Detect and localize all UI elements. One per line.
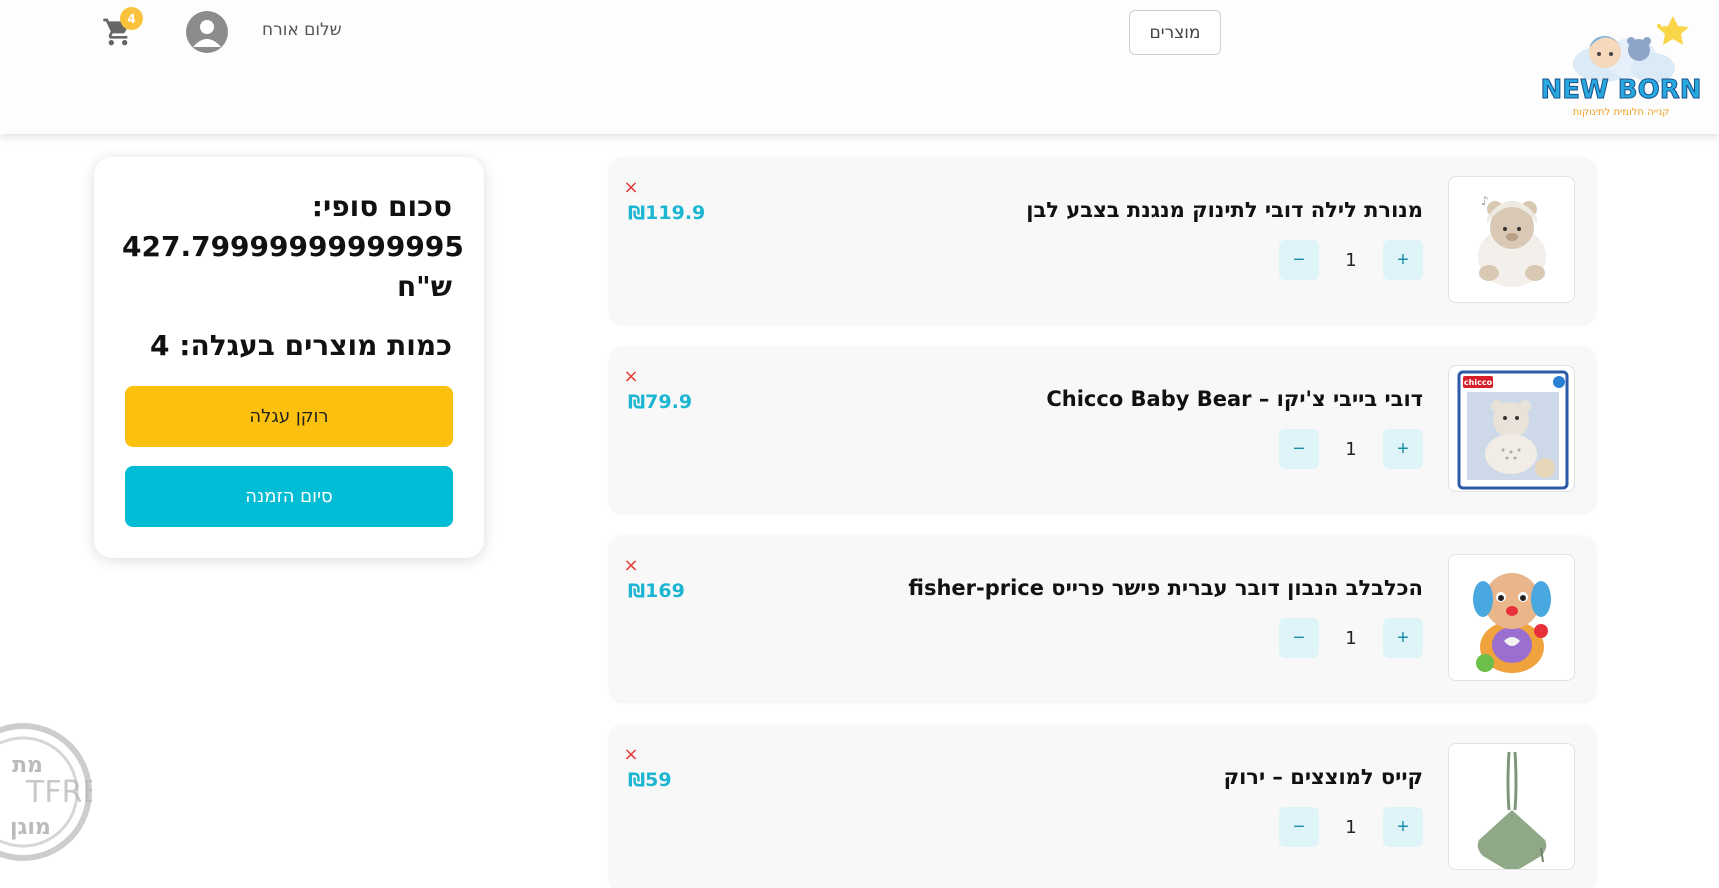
remove-item-icon[interactable]: × <box>620 176 642 198</box>
product-price: ₪59 <box>628 769 672 791</box>
quantity-value: 1 <box>1345 816 1357 838</box>
total-amount: סכום סופי: 427.79999999999995 ש"ח <box>122 187 464 307</box>
cart-item: chicco דובי בייבי צ'יקו – Chicco Baby Be… <box>610 347 1595 512</box>
svg-text:chicco: chicco <box>1464 378 1493 387</box>
decrease-quantity-button[interactable]: − <box>1279 240 1319 280</box>
quantity-stepper: − 1 + <box>1279 618 1423 658</box>
quantity-value: 1 <box>1345 249 1357 271</box>
user-greeting: שלום אורח <box>262 20 342 40</box>
increase-quantity-button[interactable]: + <box>1383 429 1423 469</box>
product-title[interactable]: הכלבלב הנבון דובר עברית פישר פרייס fishe… <box>908 576 1423 600</box>
product-image-pacifier-case[interactable] <box>1448 743 1575 870</box>
product-image-fisher-price-puppy[interactable] <box>1448 554 1575 681</box>
quantity-stepper: − 1 + <box>1279 807 1423 847</box>
avatar-icon[interactable] <box>186 11 228 53</box>
decrease-quantity-button[interactable]: − <box>1279 429 1319 469</box>
remove-item-icon[interactable]: × <box>620 554 642 576</box>
cart-count-badge: 4 <box>120 7 143 30</box>
increase-quantity-button[interactable]: + <box>1383 807 1423 847</box>
cart-item: הכלבלב הנבון דובר עברית פישר פרייס fishe… <box>610 536 1595 701</box>
total-value: 427.79999999999995 <box>122 230 464 263</box>
decrease-quantity-button[interactable]: − <box>1279 618 1319 658</box>
remove-item-icon[interactable]: × <box>620 365 642 387</box>
quantity-stepper: − 1 + <box>1279 429 1423 469</box>
increase-quantity-button[interactable]: + <box>1383 240 1423 280</box>
product-title[interactable]: קייס למוצצים – ירוק <box>1224 765 1423 789</box>
product-price: ₪119.9 <box>628 202 706 224</box>
product-price: ₪169 <box>628 580 685 602</box>
increase-quantity-button[interactable]: + <box>1383 618 1423 658</box>
svg-text:♪: ♪ <box>1481 194 1489 208</box>
quantity-value: 1 <box>1345 438 1357 460</box>
cart-items-count: כמות מוצרים בעגלה: 4 <box>150 329 452 362</box>
remove-item-icon[interactable]: × <box>620 743 642 765</box>
logo-tagline: קנייה חלומית לתינוקות <box>1573 107 1670 118</box>
quantity-stepper: − 1 + <box>1279 240 1423 280</box>
checkout-button[interactable]: סיום הזמנה <box>125 466 453 527</box>
product-image-night-light-bear[interactable]: ♪ <box>1448 176 1575 303</box>
product-image-chicco-baby-bear[interactable]: chicco <box>1448 365 1575 492</box>
cart-item: ♪ מנורת לילה דובי לתינוק מנגנת בצבע לבן … <box>610 158 1595 323</box>
cart-item-list: ♪ מנורת לילה דובי לתינוק מנגנת בצבע לבן … <box>610 158 1595 888</box>
product-title[interactable]: מנורת לילה דובי לתינוק מנגנת בצבע לבן <box>1026 198 1423 222</box>
watermark-text-mid: TFREE <box>25 775 92 810</box>
product-title[interactable]: דובי בייבי צ'יקו – Chicco Baby Bear <box>1046 387 1423 411</box>
newborn-logo[interactable]: NEW BORN קנייה חלומית לתינוקות <box>1540 14 1702 120</box>
nav-products-button[interactable]: מוצרים <box>1129 10 1221 55</box>
currency-label: ש"ח <box>396 270 452 303</box>
quantity-value: 1 <box>1345 627 1357 649</box>
logo-text: NEW BORN <box>1541 75 1701 105</box>
product-price: ₪79.9 <box>628 391 693 413</box>
watermark-text-bottom: מוגן <box>10 815 51 840</box>
watermark-text-top: מת <box>12 753 43 778</box>
decrease-quantity-button[interactable]: − <box>1279 807 1319 847</box>
order-summary-card: סכום סופי: 427.79999999999995 ש"ח כמות מ… <box>94 157 484 558</box>
site-header: NEW BORN קנייה חלומית לתינוקות מוצרים של… <box>0 0 1719 134</box>
netfree-watermark: מת TFREE מוגן <box>0 712 120 872</box>
total-label: סכום סופי: <box>311 190 452 223</box>
clear-cart-button[interactable]: רוקן עגלה <box>125 386 453 447</box>
cart-item: קייס למוצצים – ירוק − 1 + × ₪59 <box>610 725 1595 888</box>
